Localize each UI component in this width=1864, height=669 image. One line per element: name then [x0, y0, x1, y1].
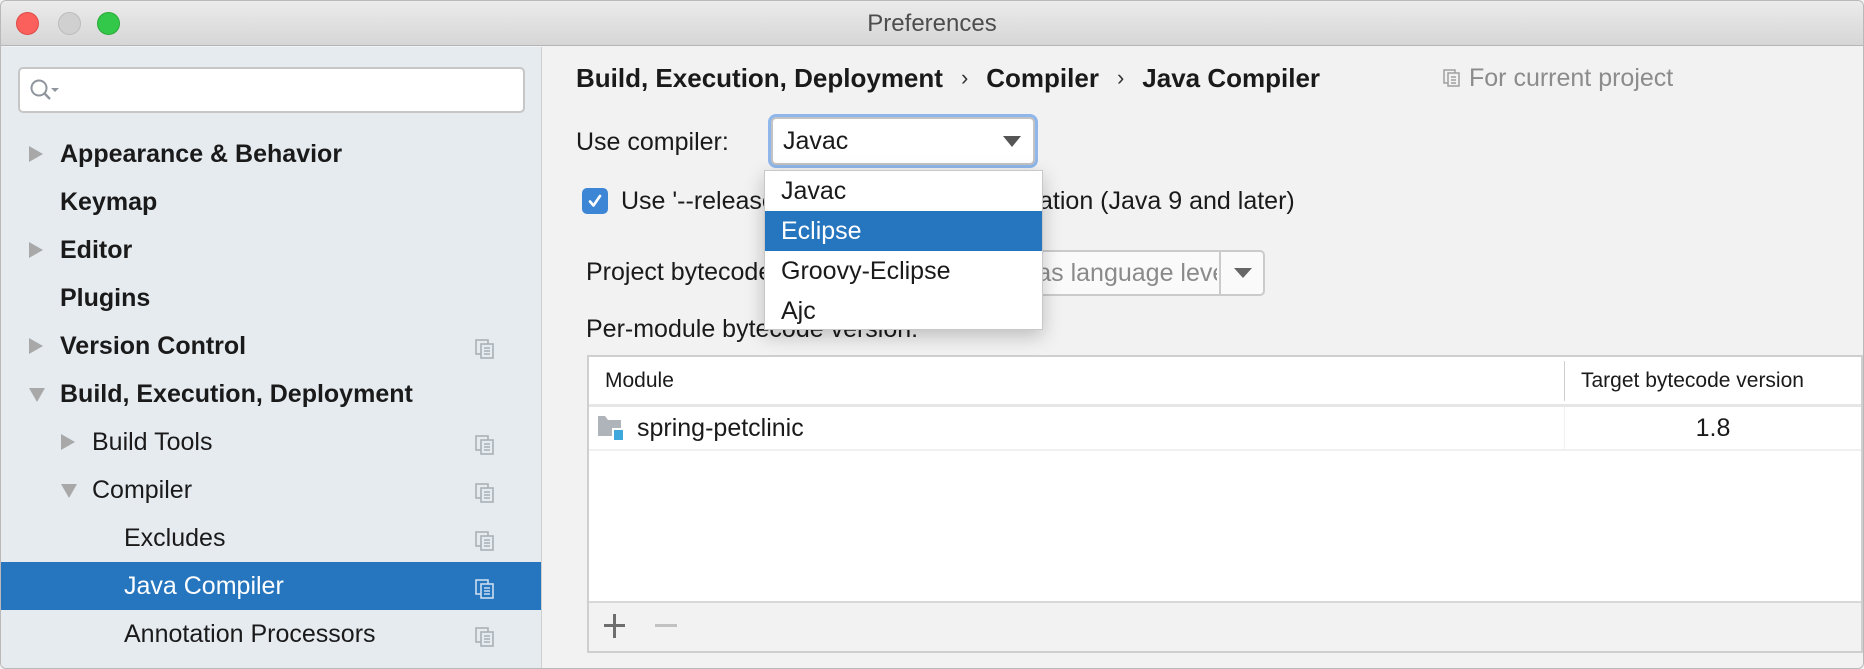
- project-settings-icon: [475, 625, 495, 654]
- breadcrumb: Build, Execution, Deployment › Compiler …: [576, 61, 1320, 95]
- sidebar-item-label: Excludes: [124, 523, 226, 552]
- column-header-target-version[interactable]: Target bytecode version: [1564, 361, 1804, 401]
- chevron-down-icon: [1003, 136, 1021, 147]
- sidebar-item-editor[interactable]: Editor: [1, 226, 541, 274]
- compiler-option-groovy-eclipse[interactable]: Groovy-Eclipse: [765, 251, 1042, 291]
- sidebar-item-build-tools[interactable]: Build Tools: [1, 418, 541, 466]
- sidebar-item-label: Build, Execution, Deployment: [60, 379, 413, 408]
- module-folder-icon: [598, 416, 623, 440]
- sidebar-item-label: Editor: [60, 235, 133, 264]
- project-settings-icon: [475, 337, 495, 366]
- title-bar: Preferences: [1, 1, 1863, 46]
- sidebar-item-annotation-processors[interactable]: Annotation Processors: [1, 610, 541, 658]
- compiler-option-ajc[interactable]: Ajc: [765, 291, 1042, 331]
- table-header: Module Target bytecode version: [589, 357, 1861, 407]
- compiler-options-popup: Javac Eclipse Groovy-Eclipse Ajc: [764, 170, 1043, 330]
- sidebar-item-label: Build Tools: [92, 427, 213, 456]
- compiler-option-eclipse[interactable]: Eclipse: [765, 211, 1042, 251]
- project-settings-icon: [475, 433, 495, 462]
- sidebar-item-compiler[interactable]: Compiler: [1, 466, 541, 514]
- breadcrumb-item[interactable]: Build, Execution, Deployment: [576, 63, 943, 94]
- sidebar-item-build-execution-deployment[interactable]: Build, Execution, Deployment: [1, 370, 541, 418]
- breadcrumb-item[interactable]: Compiler: [986, 63, 1099, 94]
- use-compiler-label: Use compiler:: [576, 128, 729, 156]
- collapsed-arrow-icon[interactable]: [29, 338, 43, 354]
- project-settings-icon: [1443, 69, 1460, 87]
- window-title: Preferences: [867, 10, 997, 37]
- sidebar-item-label: Version Control: [60, 331, 247, 360]
- remove-icon[interactable]: [655, 624, 677, 627]
- preferences-window: Preferences Appearance & Behavior Keymap E…: [0, 0, 1864, 669]
- sidebar-item-label: Plugins: [60, 283, 151, 312]
- release-option-checkbox[interactable]: [582, 188, 608, 214]
- table-toolbar: [589, 601, 1861, 651]
- project-bytecode-dropdown-button[interactable]: [1219, 252, 1263, 294]
- collapsed-arrow-icon[interactable]: [29, 146, 43, 162]
- search-icon: [30, 79, 59, 100]
- breadcrumb-separator: ›: [960, 65, 969, 90]
- compiler-option-javac[interactable]: Javac: [765, 171, 1042, 211]
- sidebar-item-label: Keymap: [60, 187, 158, 216]
- collapsed-arrow-icon[interactable]: [61, 434, 75, 450]
- project-settings-icon: [475, 481, 495, 510]
- module-name: spring-petclinic: [637, 413, 804, 442]
- settings-sidebar: Appearance & Behavior Keymap Editor Plugins…: [1, 47, 542, 668]
- module-cell: spring-petclinic: [597, 407, 804, 449]
- sidebar-item-version-control[interactable]: Version Control: [1, 322, 541, 370]
- add-icon[interactable]: [603, 614, 627, 638]
- table-row[interactable]: spring-petclinic 1.8: [589, 407, 1861, 451]
- breadcrumb-item: Java Compiler: [1142, 62, 1321, 93]
- sidebar-item-java-compiler[interactable]: Java Compiler: [1, 562, 541, 610]
- scope-label: For current project: [1469, 63, 1674, 92]
- expanded-arrow-icon[interactable]: [29, 388, 45, 402]
- collapsed-arrow-icon[interactable]: [29, 242, 43, 258]
- target-version-cell[interactable]: 1.8: [1564, 407, 1861, 449]
- column-header-module[interactable]: Module: [605, 357, 674, 404]
- sidebar-item-label: Java Compiler: [124, 571, 284, 600]
- sidebar-item-excludes[interactable]: Excludes: [1, 514, 541, 562]
- settings-search-input[interactable]: [18, 67, 525, 113]
- sidebar-item-appearance-behavior[interactable]: Appearance & Behavior: [1, 130, 541, 178]
- sidebar-item-label: Annotation Processors: [124, 619, 376, 648]
- breadcrumb-separator: ›: [1116, 65, 1125, 90]
- use-compiler-value: Javac: [783, 127, 849, 155]
- sidebar-item-keymap[interactable]: Keymap: [1, 178, 541, 226]
- use-compiler-select[interactable]: Javac: [771, 117, 1035, 165]
- project-settings-icon: [475, 529, 495, 558]
- checkmark-icon: [588, 194, 602, 207]
- project-settings-icon: [475, 577, 495, 606]
- per-module-table: Module Target bytecode version spring-pe…: [587, 355, 1863, 653]
- scope-indicator: For current project: [1443, 61, 1673, 95]
- java-compiler-panel: Build, Execution, Deployment › Compiler …: [543, 47, 1863, 668]
- sidebar-item-plugins[interactable]: Plugins: [1, 274, 541, 322]
- sidebar-item-label: Compiler: [92, 475, 193, 504]
- expanded-arrow-icon[interactable]: [61, 484, 77, 498]
- sidebar-item-label: Appearance & Behavior: [60, 139, 343, 168]
